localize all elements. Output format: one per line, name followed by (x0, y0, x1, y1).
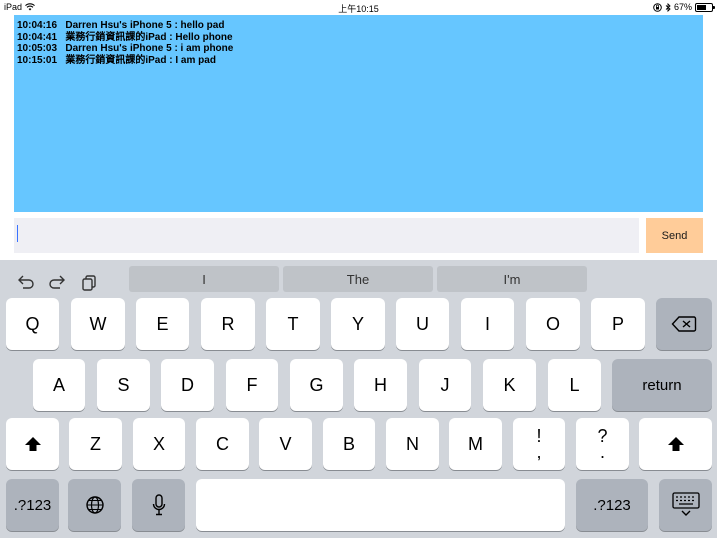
key-n[interactable]: N (386, 418, 439, 470)
key-l[interactable]: L (548, 359, 601, 411)
message-line: 10:05:03 Darren Hsu's iPhone 5 : i am ph… (17, 43, 234, 54)
suggestion-3[interactable]: I'm (437, 266, 587, 292)
onscreen-keyboard: I The I'm Q W E R T Y U I O P A S D F G … (0, 260, 717, 538)
status-bar: iPad 上午10:15 67% (0, 0, 717, 14)
key-y[interactable]: Y (331, 298, 385, 350)
message-line: 10:04:41 業務行銷資訊課的iPad : Hello phone (17, 31, 233, 43)
globe-icon (85, 496, 104, 514)
key-k[interactable]: K (483, 359, 536, 411)
battery-icon (695, 2, 715, 12)
key-j[interactable]: J (419, 359, 471, 411)
orientation-lock-icon (653, 2, 662, 12)
hide-keyboard-key[interactable] (659, 479, 712, 531)
microphone-icon (152, 494, 165, 516)
numbers-key-right[interactable]: .?123 (576, 479, 648, 531)
key-question-period[interactable]: ? . (576, 418, 629, 470)
send-button[interactable]: Send (646, 218, 703, 253)
key-x[interactable]: X (133, 418, 185, 470)
redo-icon[interactable] (47, 272, 67, 292)
message-line: 10:15:01 業務行銷資訊課的iPad : I am pad (17, 54, 216, 66)
status-time: 上午10:15 (338, 4, 379, 14)
shift-icon (667, 437, 684, 451)
key-s[interactable]: S (97, 359, 150, 411)
undo-icon[interactable] (16, 272, 36, 292)
status-right: 67% (653, 2, 715, 12)
key-g[interactable]: G (290, 359, 343, 411)
delete-icon (671, 316, 697, 332)
message-log[interactable]: 10:04:16 Darren Hsu's iPhone 5 : hello p… (14, 15, 703, 212)
suggestion-1[interactable]: I (129, 266, 279, 292)
shift-key-right[interactable] (639, 418, 712, 470)
battery-percent: 67% (673, 2, 692, 12)
keyboard-dismiss-icon (671, 492, 700, 516)
period-label: . (599, 442, 605, 462)
key-d[interactable]: D (161, 359, 214, 411)
shift-icon (24, 437, 41, 451)
message-input[interactable] (14, 218, 639, 253)
key-r[interactable]: R (201, 298, 255, 350)
key-h[interactable]: H (354, 359, 407, 411)
message-list: 10:04:16 Darren Hsu's iPhone 5 : hello p… (14, 15, 703, 66)
paste-icon[interactable] (79, 272, 99, 292)
space-key[interactable] (196, 479, 565, 531)
key-w[interactable]: W (71, 298, 125, 350)
shift-key-left[interactable] (6, 418, 59, 470)
key-i[interactable]: I (461, 298, 514, 350)
globe-key[interactable] (68, 479, 121, 531)
suggestion-2[interactable]: The (283, 266, 433, 292)
key-v[interactable]: V (259, 418, 312, 470)
key-exclamation-comma[interactable]: ! , (513, 418, 565, 470)
key-t[interactable]: T (266, 298, 320, 350)
key-e[interactable]: E (136, 298, 189, 350)
key-question-period-label: ? . (597, 427, 607, 462)
bluetooth-icon (665, 2, 671, 12)
message-line: 10:04:16 Darren Hsu's iPhone 5 : hello p… (17, 20, 225, 31)
dictation-key[interactable] (132, 479, 185, 531)
key-z[interactable]: Z (69, 418, 122, 470)
key-q[interactable]: Q (6, 298, 59, 350)
key-b[interactable]: B (323, 418, 375, 470)
comma-label: , (536, 442, 542, 462)
text-caret (17, 225, 18, 242)
delete-key[interactable] (656, 298, 712, 350)
key-c[interactable]: C (196, 418, 249, 470)
key-f[interactable]: F (226, 359, 278, 411)
key-exclamation-comma-label: ! , (536, 427, 542, 462)
key-a[interactable]: A (33, 359, 85, 411)
return-key[interactable]: return (612, 359, 712, 411)
key-m[interactable]: M (449, 418, 502, 470)
key-u[interactable]: U (396, 298, 449, 350)
key-p[interactable]: P (591, 298, 645, 350)
numbers-key-left[interactable]: .?123 (6, 479, 59, 531)
key-o[interactable]: O (526, 298, 580, 350)
